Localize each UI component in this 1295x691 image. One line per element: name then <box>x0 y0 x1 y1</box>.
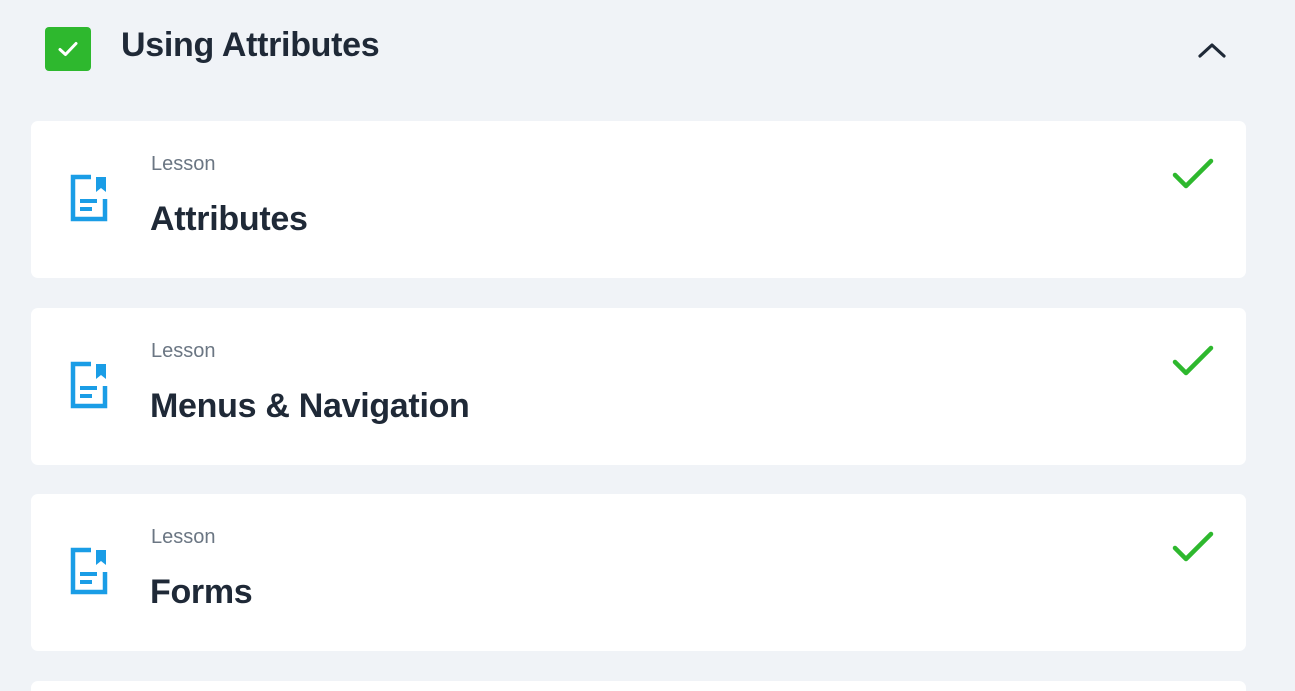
lesson-type-label: Lesson <box>151 526 216 548</box>
lesson-title: Attributes <box>150 200 308 238</box>
lesson-card-forms[interactable]: Lesson Forms <box>31 494 1246 651</box>
checkmark-icon <box>1172 345 1214 376</box>
section-header[interactable]: Using Attributes <box>0 0 1295 100</box>
lesson-document-icon <box>70 174 108 222</box>
lesson-card-partial[interactable] <box>31 681 1246 691</box>
lesson-document-icon <box>70 361 108 409</box>
section-title: Using Attributes <box>121 26 380 64</box>
section-complete-checkbox-icon <box>45 27 91 71</box>
checkmark-icon <box>1172 158 1214 189</box>
lesson-type-label: Lesson <box>151 340 216 362</box>
lesson-document-icon <box>70 547 108 595</box>
lesson-type-label: Lesson <box>151 153 216 175</box>
checkmark-icon <box>1172 531 1214 562</box>
lesson-card-attributes[interactable]: Lesson Attributes <box>31 121 1246 278</box>
lesson-title: Menus & Navigation <box>150 387 470 425</box>
lesson-card-menus-navigation[interactable]: Lesson Menus & Navigation <box>31 308 1246 465</box>
lesson-title: Forms <box>150 573 253 611</box>
chevron-up-icon[interactable] <box>1190 32 1234 68</box>
